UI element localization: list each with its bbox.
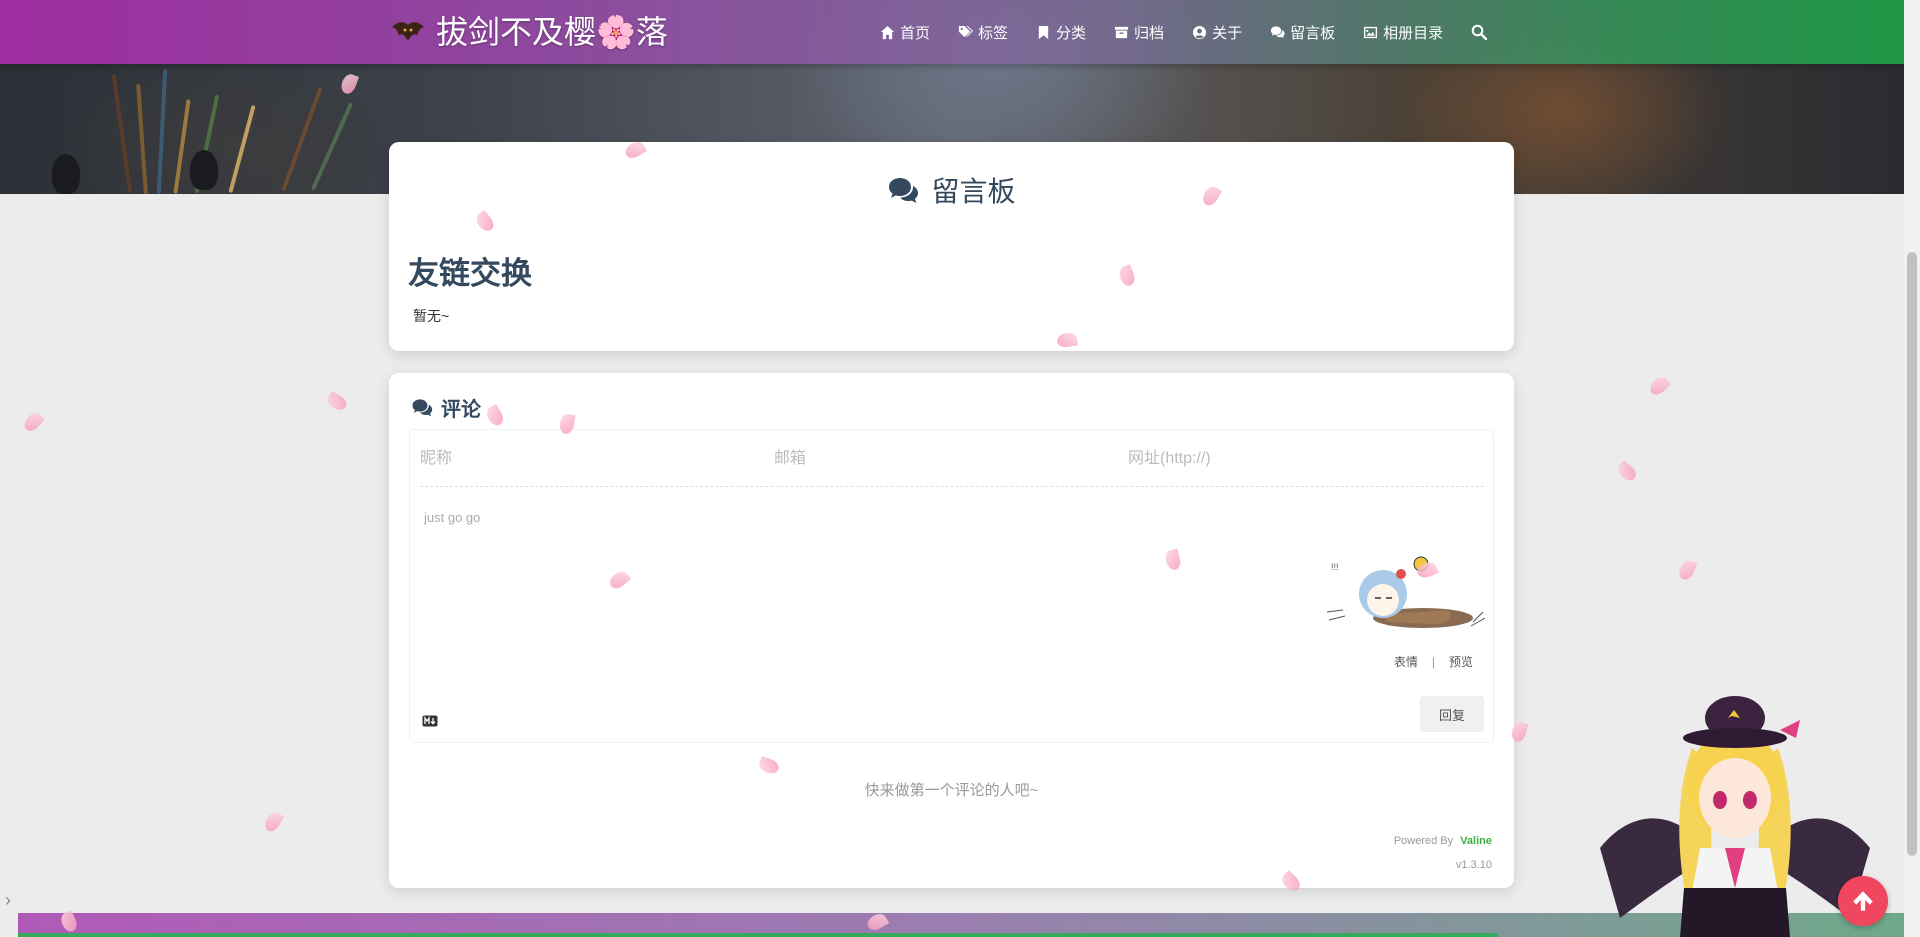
nav-item-guestbook[interactable]: 留言板 xyxy=(1270,22,1335,43)
nav-menu: 首页 标签 分类 归档 关于 留言板 相册目录 xyxy=(880,0,1488,64)
nav-item-tags[interactable]: 标签 xyxy=(958,22,1008,43)
nav-item-albums[interactable]: 相册目录 xyxy=(1363,22,1443,43)
emoji-button[interactable]: 表情 xyxy=(1394,653,1418,670)
comment-textarea[interactable] xyxy=(424,510,1304,650)
nav-item-categories[interactable]: 分类 xyxy=(1036,22,1086,43)
nav-item-archive[interactable]: 归档 xyxy=(1114,22,1164,43)
friend-link-heading: 友链交换 xyxy=(408,256,532,291)
reply-button[interactable]: 回复 xyxy=(1420,696,1484,732)
powered-by-label: Powered By xyxy=(1393,835,1454,847)
back-to-top-button[interactable] xyxy=(1838,876,1888,926)
guestbook-card: 留言板 友链交换 暂无~ xyxy=(389,142,1514,351)
comment-form-header xyxy=(420,430,1484,487)
nickname-input[interactable] xyxy=(420,430,774,487)
comments-title-text: 评论 xyxy=(441,399,481,421)
comment-toolbar-links: 表情 | 预览 xyxy=(1394,653,1473,670)
comments-icon xyxy=(1271,25,1285,38)
website-input[interactable] xyxy=(1128,430,1482,487)
page-title-text: 留言板 xyxy=(931,176,1016,207)
home-icon xyxy=(880,25,895,39)
nav-label-categories: 分类 xyxy=(1056,24,1087,42)
bat-logo-icon xyxy=(388,17,428,47)
comments-icon xyxy=(412,399,433,417)
valine-link[interactable]: Valine xyxy=(1460,835,1492,847)
top-navbar: 拔剑不及樱🌸落 首页 标签 分类 归档 关于 留言板 相册目录 xyxy=(0,0,1904,64)
nav-item-about[interactable]: 关于 xyxy=(1192,22,1242,43)
archive-icon xyxy=(1114,26,1129,38)
scrollbar-thumb[interactable] xyxy=(1907,252,1917,856)
nav-search-button[interactable] xyxy=(1471,24,1488,40)
nav-label-tags: 标签 xyxy=(978,24,1009,42)
tags-icon xyxy=(958,25,974,37)
arrow-up-icon xyxy=(1853,891,1873,911)
comments-title: 评论 xyxy=(411,393,481,422)
nav-label-guestbook: 留言板 xyxy=(1290,24,1336,42)
anime-mascot-image xyxy=(1600,696,1870,937)
footer-progress-line xyxy=(18,933,1498,937)
nav-label-home: 首页 xyxy=(900,24,931,42)
comments-card: 评论 !!! 表情 | 预览 xyxy=(389,373,1514,888)
valine-version: v1.3.10 xyxy=(1455,859,1492,871)
image-icon xyxy=(1364,26,1378,38)
page-title: 留言板 xyxy=(389,170,1514,210)
toolbar-separator: | xyxy=(1431,654,1435,669)
nav-label-archive: 归档 xyxy=(1134,24,1165,42)
comments-icon xyxy=(889,178,919,203)
email-input[interactable] xyxy=(774,430,1128,487)
chibi-mascot-image: !!! xyxy=(1326,556,1485,628)
site-brand[interactable]: 拔剑不及樱🌸落 xyxy=(388,12,668,52)
svg-text:!!!: !!! xyxy=(1331,562,1339,572)
no-comments-text: 快来做第一个评论的人吧~ xyxy=(864,782,1039,799)
user-circle-icon xyxy=(1193,25,1207,39)
site-title: 拔剑不及樱🌸落 xyxy=(436,14,668,50)
nav-label-about: 关于 xyxy=(1212,24,1243,42)
bookmark-icon xyxy=(1038,25,1049,39)
friend-link-text: 暂无~ xyxy=(413,308,450,324)
markdown-icon[interactable] xyxy=(422,715,438,727)
powered-by: Powered By Valine xyxy=(1394,835,1492,847)
preview-button[interactable]: 预览 xyxy=(1449,653,1473,670)
comment-form: !!! 表情 | 预览 回复 xyxy=(409,429,1494,743)
nav-label-albums: 相册目录 xyxy=(1383,24,1444,42)
nav-item-home[interactable]: 首页 xyxy=(880,22,930,43)
search-icon xyxy=(1471,24,1488,40)
sidebar-toggle-arrow[interactable]: › xyxy=(0,880,16,920)
